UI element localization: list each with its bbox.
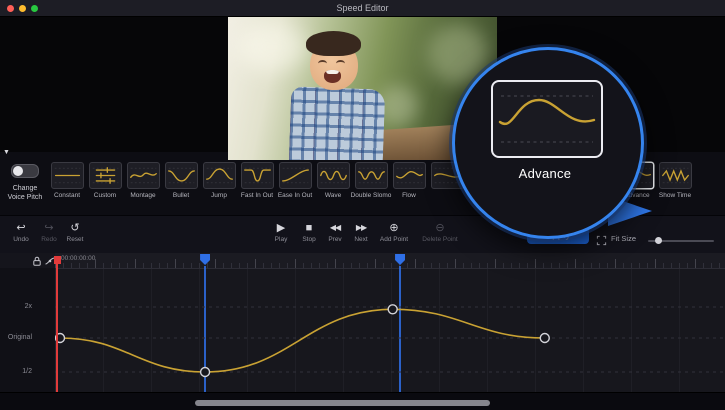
child-plaid-shirt [289, 86, 386, 160]
sky-highlight [238, 22, 308, 72]
add-point-icon: ⊕ [389, 222, 398, 234]
preset-wave[interactable]: Wave [314, 162, 352, 199]
fit-size-icon [596, 233, 607, 251]
preset-jump[interactable]: Jump [200, 162, 238, 199]
title-bar: Speed Editor [0, 0, 725, 17]
speed-editor-window: Speed Editor ▼ Change Voice Pitch Consta… [0, 0, 725, 410]
undo-icon: ↩ [16, 222, 25, 234]
redo-label: Redo [41, 236, 57, 243]
voice-pitch-label: Voice Pitch [4, 193, 46, 202]
curve-point[interactable] [540, 334, 549, 343]
preset-double-slomo[interactable]: Double Slomo [352, 162, 390, 199]
zoom-slider-knob[interactable] [655, 237, 662, 244]
reset-icon: ↺ [70, 222, 79, 234]
magnified-advance-thumbnail [491, 80, 603, 158]
reset-button[interactable]: ↺ Reset [58, 222, 92, 243]
preset-thumbnail[interactable] [241, 162, 274, 189]
redo-icon: ↪ [44, 222, 53, 234]
timeline-timestamp: 00:00:00:00 [61, 255, 95, 262]
speed-scale-label: 1/2 [0, 368, 32, 375]
preset-label: Jump [211, 192, 227, 199]
ruler-gutter [0, 252, 55, 269]
child-hair [306, 31, 361, 56]
timeline-ruler[interactable] [55, 252, 725, 269]
play-icon: ▶ [277, 222, 285, 234]
reset-label: Reset [67, 236, 84, 243]
next-button[interactable]: ▶▶ Next [344, 222, 378, 243]
preset-montage[interactable]: Montage [124, 162, 162, 199]
add-point-label: Add Point [380, 236, 408, 243]
toggle-knob [13, 166, 23, 176]
bottom-bar [0, 392, 725, 410]
speed-scale-label: 2x [0, 303, 32, 310]
speed-curve[interactable] [60, 309, 545, 372]
preset-label: Double Slomo [351, 192, 392, 199]
preset-label: Custom [94, 192, 116, 199]
window-title: Speed Editor [0, 0, 725, 16]
preset-label: Flow [402, 192, 416, 199]
magnifier-circle: Advance [452, 47, 644, 239]
preset-label: Montage [130, 192, 155, 199]
preset-thumbnail[interactable] [355, 162, 388, 189]
voice-pitch-label: Change [4, 184, 46, 193]
preset-label: Fast In Out [241, 192, 273, 199]
preset-thumbnail[interactable] [279, 162, 312, 189]
stop-label: Stop [302, 236, 315, 243]
prev-icon: ◀◀ [330, 222, 340, 234]
add-point-button[interactable]: ⊕ Add Point [374, 222, 414, 243]
playhead-line [56, 264, 58, 392]
preset-thumbnail[interactable] [127, 162, 160, 189]
delete-point-label: Delete Point [422, 236, 457, 243]
preset-thumbnail[interactable] [393, 162, 426, 189]
preset-thumbnail[interactable] [659, 162, 692, 189]
child-eye [318, 60, 327, 67]
preset-flow[interactable]: Flow [390, 162, 428, 199]
play-label: Play [275, 236, 288, 243]
collapse-panel-icon[interactable]: ▼ [3, 149, 10, 156]
voice-pitch-control: Change Voice Pitch [4, 164, 46, 202]
preset-thumbnail[interactable] [203, 162, 236, 189]
preset-thumbnail[interactable] [165, 162, 198, 189]
preset-label: Show Time [659, 192, 691, 199]
speed-scale-label: Original [0, 334, 32, 341]
child-eye [336, 60, 345, 67]
preset-bullet[interactable]: Bullet [162, 162, 200, 199]
child-laughing-mouth [324, 70, 341, 83]
playhead-handle[interactable] [54, 256, 61, 264]
preset-custom[interactable]: Custom [86, 162, 124, 199]
preset-label: Constant [54, 192, 80, 199]
change-voice-pitch-toggle[interactable] [11, 164, 39, 178]
curve-point[interactable] [201, 368, 210, 377]
fit-size-label: Fit Size [611, 234, 636, 243]
preset-constant[interactable]: Constant [48, 162, 86, 199]
preset-label: Bullet [173, 192, 189, 199]
speed-curve-canvas[interactable] [55, 268, 725, 392]
next-icon: ▶▶ [356, 222, 366, 234]
delete-point-button[interactable]: ⊖ Delete Point [416, 222, 464, 243]
horizontal-scrollbar[interactable] [195, 400, 490, 406]
preset-label: Wave [325, 192, 341, 199]
preset-label: Ease In Out [278, 192, 312, 199]
preset-thumbnail[interactable] [51, 162, 84, 189]
prev-label: Prev [328, 236, 341, 243]
teeth [326, 70, 339, 74]
delete-point-icon: ⊖ [435, 222, 444, 234]
preset-thumbnail[interactable] [317, 162, 350, 189]
preset-ease-in-out[interactable]: Ease In Out [276, 162, 314, 199]
preset-thumbnail[interactable] [89, 162, 122, 189]
next-label: Next [354, 236, 367, 243]
magnifier-preset-name: Advance [455, 166, 635, 181]
preset-show-time[interactable]: Show Time [656, 162, 694, 199]
preset-fast-in-out[interactable]: Fast In Out [238, 162, 276, 199]
undo-label: Undo [13, 236, 29, 243]
stop-icon: ■ [306, 222, 313, 234]
curve-point[interactable] [388, 305, 397, 314]
